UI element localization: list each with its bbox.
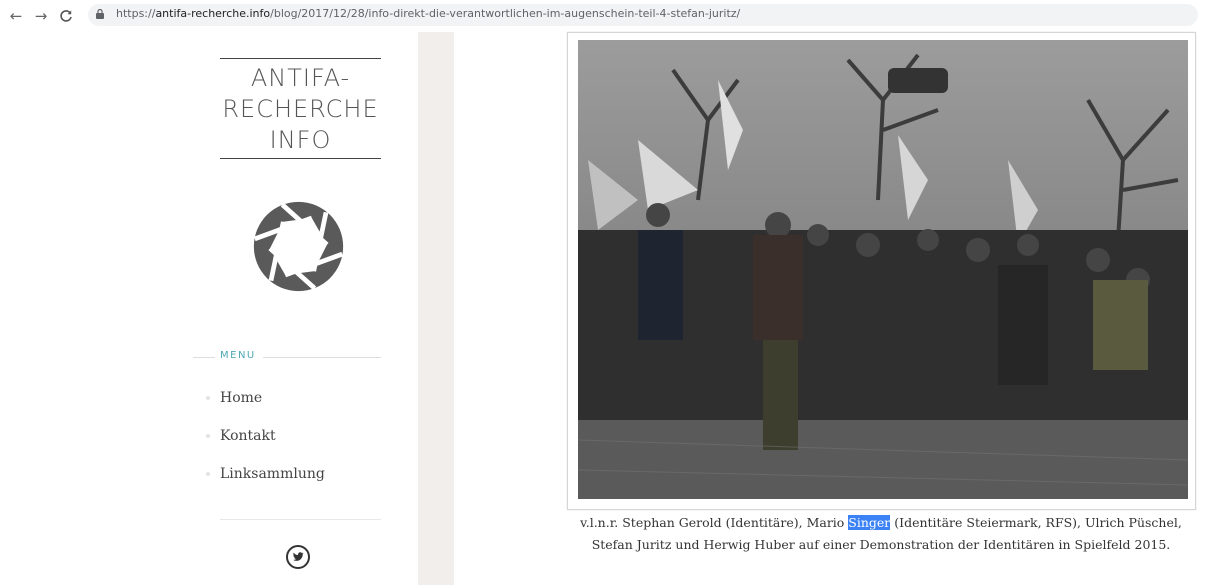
sidebar: ANTIFA- RECHERCHE INFO MENU Home Kontakt… xyxy=(0,32,418,585)
menu-item-label[interactable]: Kontakt xyxy=(220,428,276,444)
menu-item-kontakt[interactable]: Kontakt xyxy=(206,428,276,444)
url-path: /blog/2017/12/28/info-direkt-die-verantw… xyxy=(270,7,741,20)
caption-text-before: v.l.n.r. Stephan Gerold (Identitäre), Ma… xyxy=(580,515,849,530)
figure-frame xyxy=(567,32,1196,510)
menu-heading-rule-right xyxy=(263,357,381,358)
figure-caption: v.l.n.r. Stephan Gerold (Identitäre), Ma… xyxy=(560,512,1202,556)
forward-arrow-icon[interactable]: → xyxy=(33,6,49,26)
sidebar-divider xyxy=(220,519,381,520)
menu-item-home[interactable]: Home xyxy=(206,390,262,406)
twitter-icon[interactable] xyxy=(286,545,310,569)
bullet xyxy=(206,434,210,438)
aperture-logo-icon xyxy=(253,201,344,292)
lock-icon xyxy=(96,9,104,19)
bullet xyxy=(206,472,210,476)
menu-item-linksammlung[interactable]: Linksammlung xyxy=(206,466,325,482)
site-title-block[interactable]: ANTIFA- RECHERCHE INFO xyxy=(220,58,381,159)
caption-selected-text[interactable]: Singer xyxy=(848,515,891,530)
browser-toolbar: ← → https://antifa-recherche.info/blog/2… xyxy=(0,0,1210,32)
address-bar[interactable]: https://antifa-recherche.info/blog/2017/… xyxy=(88,4,1198,26)
menu-item-label[interactable]: Linksammlung xyxy=(220,466,325,482)
url-host: antifa-recherche.info xyxy=(155,7,271,20)
menu-heading: MENU xyxy=(220,350,256,361)
bullet xyxy=(206,396,210,400)
menu-heading-rule-left xyxy=(193,357,215,358)
reload-icon[interactable] xyxy=(58,6,74,26)
back-arrow-icon[interactable]: ← xyxy=(8,6,24,26)
site-title[interactable]: ANTIFA- RECHERCHE INFO xyxy=(220,59,381,158)
url-text: https://antifa-recherche.info/blog/2017/… xyxy=(116,7,740,20)
menu-item-label[interactable]: Home xyxy=(220,390,262,406)
content-gutter xyxy=(418,32,454,585)
demonstration-photo xyxy=(578,40,1188,499)
url-prefix: https:// xyxy=(116,7,156,20)
